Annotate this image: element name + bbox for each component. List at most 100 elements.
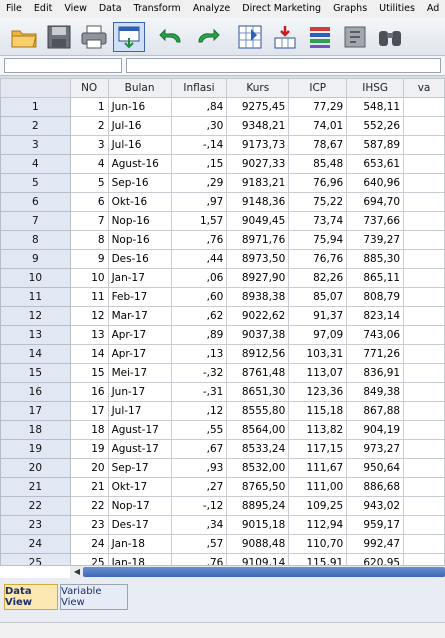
grid-cell[interactable]: Jul-17	[107, 401, 172, 421]
grid-cell[interactable]: Jan-18	[107, 534, 172, 554]
grid-cell[interactable]: 8895,24	[226, 496, 290, 516]
row-header[interactable]: 3	[0, 135, 71, 155]
grid-cell[interactable]: ,13	[170, 344, 228, 364]
grid-cell[interactable]: 4	[69, 154, 109, 174]
grid-corner[interactable]	[0, 78, 71, 98]
grid-cell[interactable]	[403, 230, 445, 250]
row-header[interactable]: 14	[0, 344, 71, 364]
column-header-va[interactable]: va	[403, 78, 445, 98]
grid-cell[interactable]: 640,96	[346, 173, 405, 193]
grid-cell[interactable]	[403, 515, 445, 535]
grid-cell[interactable]: 115,91	[288, 553, 348, 565]
grid-cell[interactable]	[403, 477, 445, 497]
grid-cell[interactable]: 943,02	[346, 496, 405, 516]
column-header-inflasi[interactable]: Inflasi	[170, 78, 228, 98]
variables-icon[interactable]	[304, 22, 336, 52]
grid-cell[interactable]: Okt-16	[107, 192, 172, 212]
grid-cell[interactable]: 76,76	[288, 249, 348, 269]
grid-cell[interactable]: 973,27	[346, 439, 405, 459]
grid-cell[interactable]	[403, 401, 445, 421]
grid-cell[interactable]: Jul-16	[107, 116, 172, 136]
grid-cell[interactable]	[403, 496, 445, 516]
grid-cell[interactable]: 23	[69, 515, 109, 535]
menu-transform[interactable]: Transform	[128, 0, 187, 18]
grid-cell[interactable]	[403, 211, 445, 231]
grid-cell[interactable]	[403, 154, 445, 174]
grid-cell[interactable]: Jan-17	[107, 268, 172, 288]
grid-cell[interactable]: 76,96	[288, 173, 348, 193]
cell-reference-field[interactable]	[4, 58, 122, 73]
grid-cell[interactable]	[403, 116, 445, 136]
grid-cell[interactable]	[403, 268, 445, 288]
grid-cell[interactable]: 823,14	[346, 306, 405, 326]
grid-cell[interactable]: 9183,21	[226, 173, 290, 193]
grid-cell[interactable]: 10	[69, 268, 109, 288]
row-header[interactable]: 17	[0, 401, 71, 421]
row-header[interactable]: 12	[0, 306, 71, 326]
grid-cell[interactable]: 849,38	[346, 382, 405, 402]
grid-cell[interactable]: 9015,18	[226, 515, 290, 535]
menu-edit[interactable]: Edit	[28, 0, 58, 18]
grid-cell[interactable]: Sep-16	[107, 173, 172, 193]
grid-cell[interactable]: ,97	[170, 192, 228, 212]
save-icon[interactable]	[43, 22, 75, 52]
grid-cell[interactable]: 950,64	[346, 458, 405, 478]
grid-cell[interactable]: Des-16	[107, 249, 172, 269]
undo-icon[interactable]	[156, 22, 188, 52]
grid-cell[interactable]: 653,61	[346, 154, 405, 174]
grid-cell[interactable]: 548,11	[346, 97, 405, 117]
grid-cell[interactable]: 6	[69, 192, 109, 212]
grid-cell[interactable]: Agust-17	[107, 439, 172, 459]
grid-cell[interactable]: 22	[69, 496, 109, 516]
grid-cell[interactable]: 3	[69, 135, 109, 155]
grid-cell[interactable]: 113,07	[288, 363, 348, 383]
grid-cell[interactable]: Sep-17	[107, 458, 172, 478]
column-header-kurs[interactable]: Kurs	[226, 78, 290, 98]
grid-cell[interactable]: 9037,38	[226, 325, 290, 345]
grid-cell[interactable]: 17	[69, 401, 109, 421]
grid-cell[interactable]: 886,68	[346, 477, 405, 497]
menu-analyze[interactable]: Analyze	[187, 0, 236, 18]
grid-cell[interactable]: 8532,00	[226, 458, 290, 478]
row-header[interactable]: 9	[0, 249, 71, 269]
grid-cell[interactable]: 9049,45	[226, 211, 290, 231]
grid-cell[interactable]: Mei-17	[107, 363, 172, 383]
grid-cell[interactable]: 115,18	[288, 401, 348, 421]
menu-direct-marketing[interactable]: Direct Marketing	[236, 0, 327, 18]
grid-cell[interactable]: 14	[69, 344, 109, 364]
grid-cell[interactable]: ,30	[170, 116, 228, 136]
grid-cell[interactable]: ,89	[170, 325, 228, 345]
row-header[interactable]: 20	[0, 458, 71, 478]
menu-file[interactable]: File	[0, 0, 28, 18]
grid-cell[interactable]: Nop-16	[107, 211, 172, 231]
grid-cell[interactable]: 8	[69, 230, 109, 250]
row-header[interactable]: 16	[0, 382, 71, 402]
grid-cell[interactable]: 1	[69, 97, 109, 117]
grid-cell[interactable]: 9	[69, 249, 109, 269]
grid-cell[interactable]: 771,26	[346, 344, 405, 364]
row-header[interactable]: 2	[0, 116, 71, 136]
row-header[interactable]: 5	[0, 173, 71, 193]
row-header[interactable]: 25	[0, 553, 71, 565]
grid-cell[interactable]: ,55	[170, 420, 228, 440]
grid-cell[interactable]: 904,19	[346, 420, 405, 440]
grid-cell[interactable]: 9173,73	[226, 135, 290, 155]
grid-cell[interactable]: 9348,21	[226, 116, 290, 136]
grid-cell[interactable]: Des-17	[107, 515, 172, 535]
row-header[interactable]: 11	[0, 287, 71, 307]
grid-cell[interactable]: Jan-18	[107, 553, 172, 565]
grid-cell[interactable]: 865,11	[346, 268, 405, 288]
row-header[interactable]: 4	[0, 154, 71, 174]
grid-cell[interactable]: 111,67	[288, 458, 348, 478]
grid-cell[interactable]: Nop-16	[107, 230, 172, 250]
grid-cell[interactable]: 75,94	[288, 230, 348, 250]
menu-ad[interactable]: Ad	[421, 0, 445, 18]
horizontal-scrollbar[interactable]: ◀	[0, 565, 445, 578]
grid-cell[interactable]: 694,70	[346, 192, 405, 212]
grid-cell[interactable]	[403, 287, 445, 307]
row-header[interactable]: 24	[0, 534, 71, 554]
binoculars-icon[interactable]	[374, 22, 406, 52]
menu-utilities[interactable]: Utilities	[373, 0, 421, 18]
dialog-recall-icon[interactable]	[113, 21, 145, 52]
grid-cell[interactable]: 959,17	[346, 515, 405, 535]
